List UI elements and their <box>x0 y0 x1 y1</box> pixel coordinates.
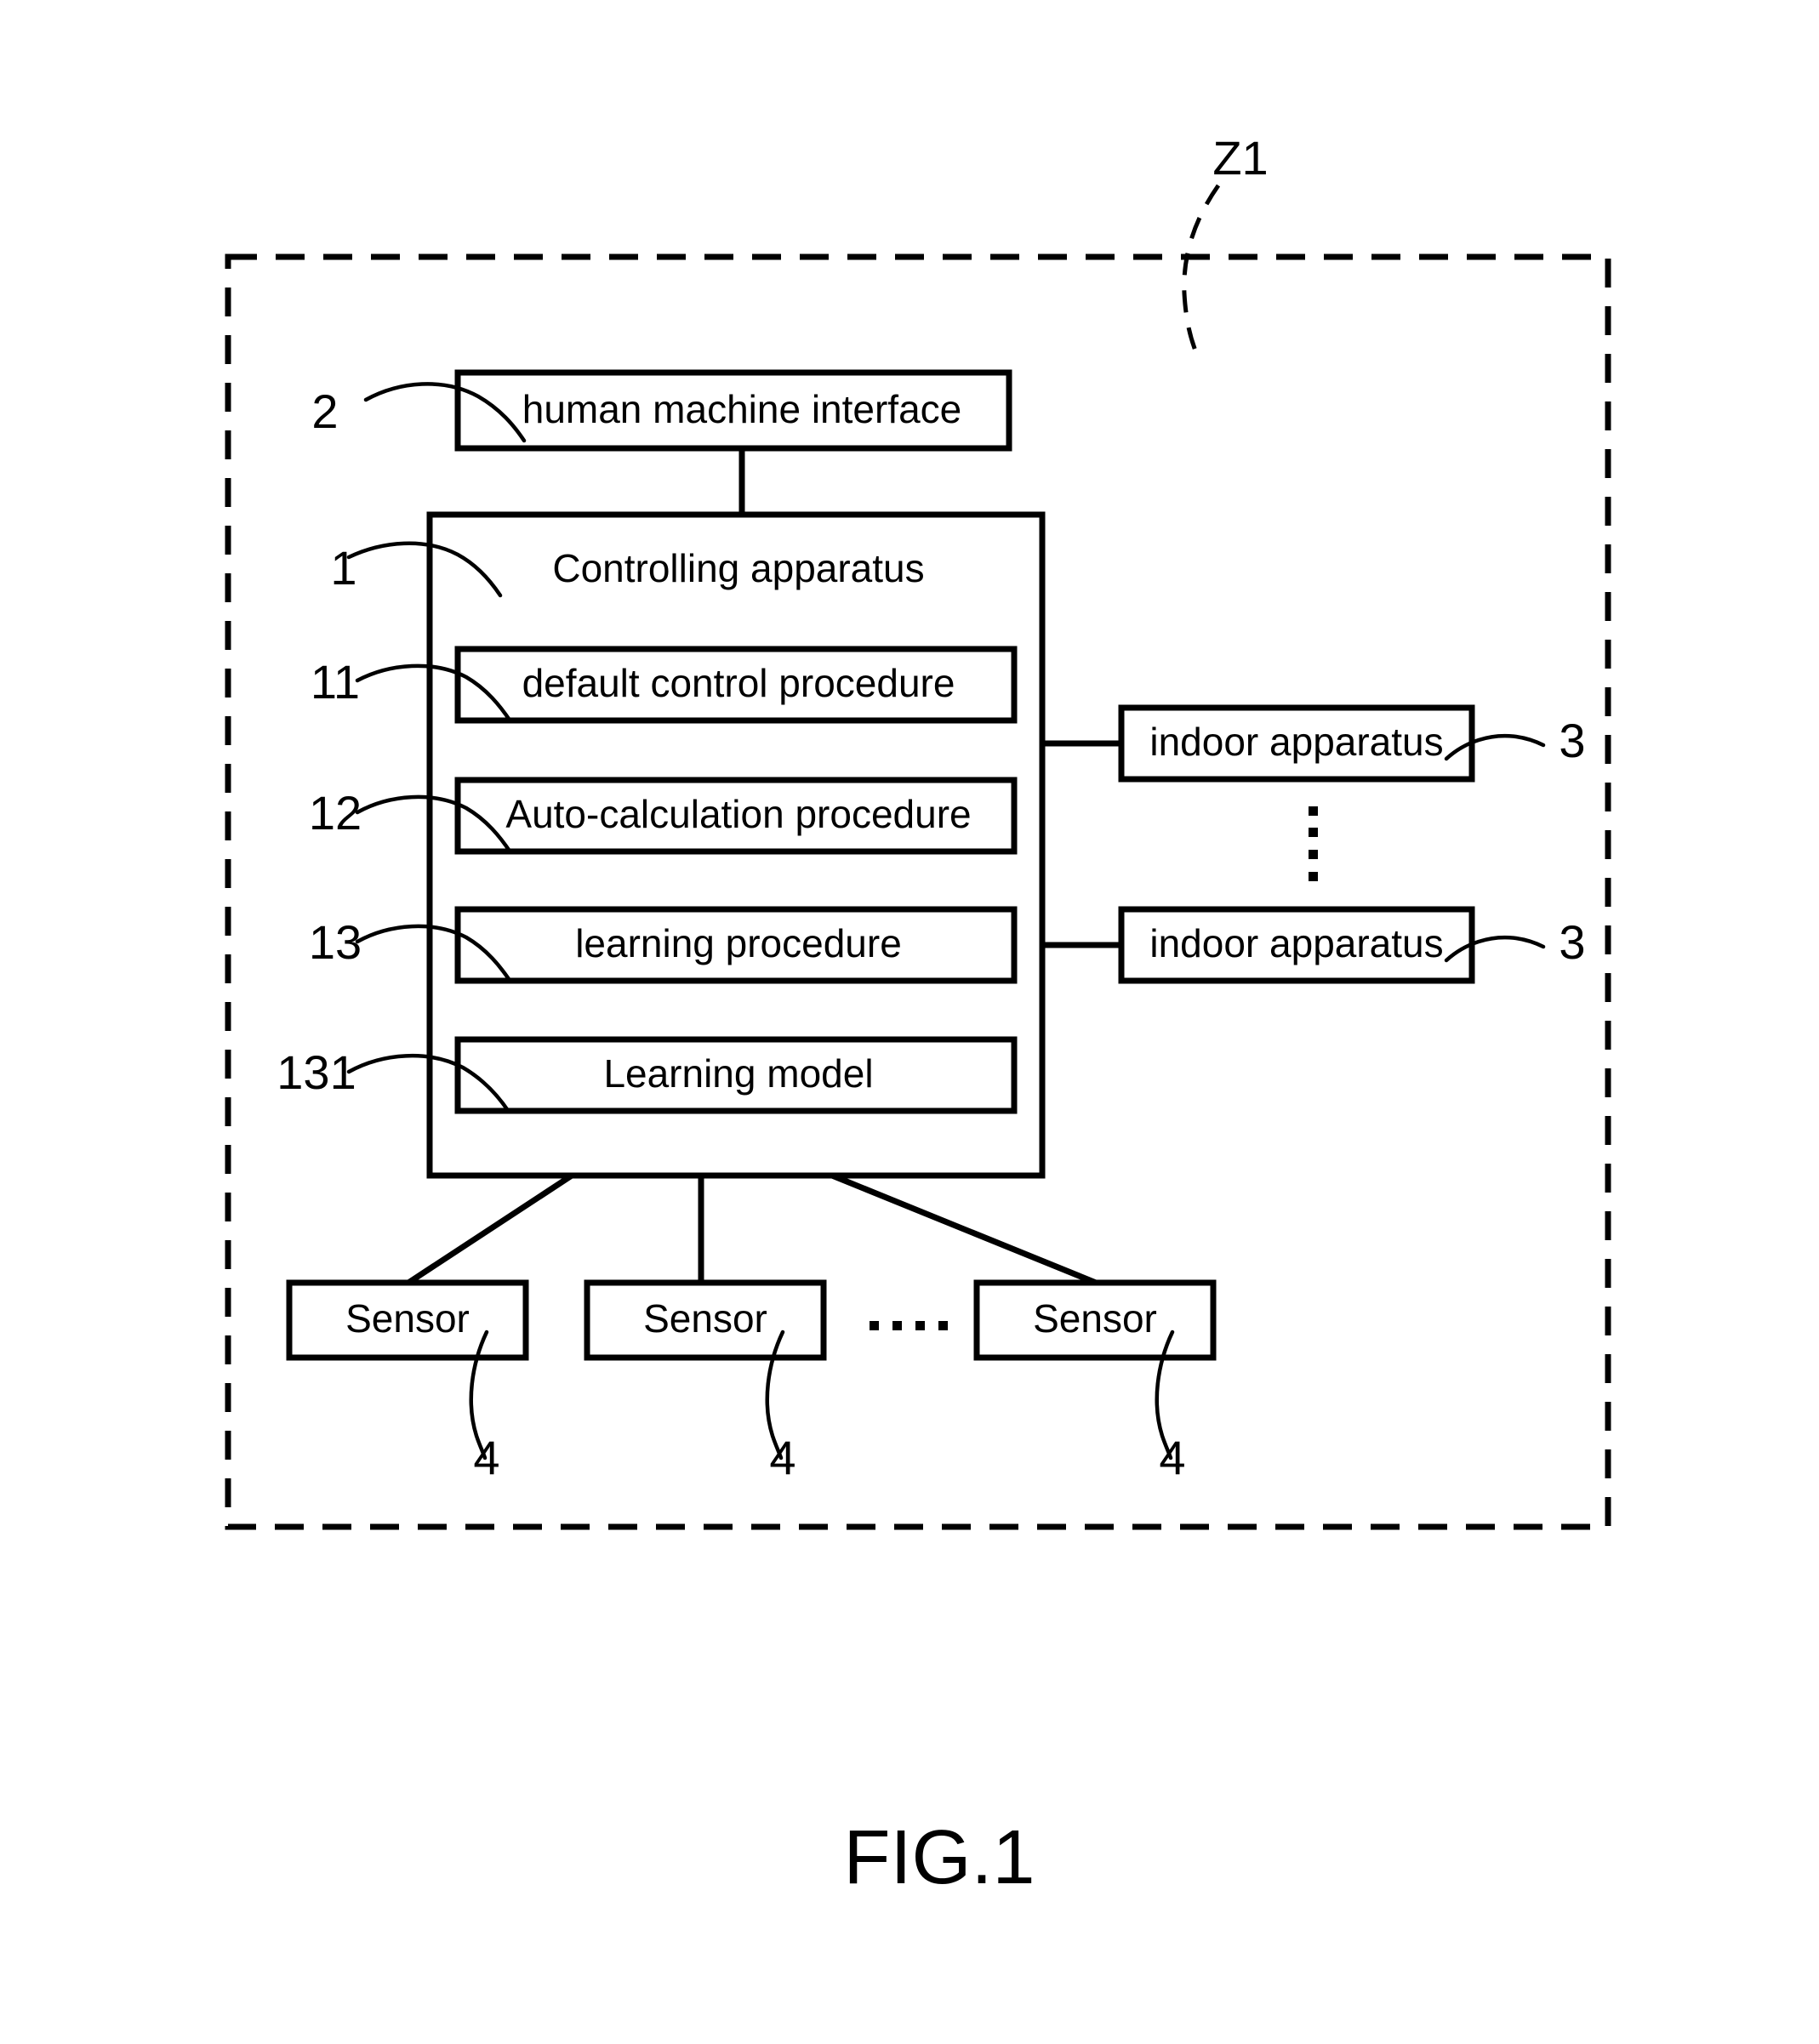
indoor-apparatus-label-2: indoor apparatus <box>1149 921 1443 965</box>
ref-label-131: 131 <box>277 1045 356 1099</box>
ref-label-1: 1 <box>330 541 356 595</box>
connector-controller-to-sensor-3 <box>830 1172 1098 1286</box>
ref-label-4-1: 4 <box>473 1431 499 1484</box>
horizontal-ellipsis-sensors <box>870 1321 948 1330</box>
indoor-apparatus-label-1: indoor apparatus <box>1149 720 1443 764</box>
controlling-apparatus-label: Controlling apparatus <box>552 546 924 590</box>
learning-procedure-label: learning procedure <box>575 921 902 965</box>
ref-label-z1: Z1 <box>1212 131 1268 185</box>
ref-label-4-2: 4 <box>769 1431 795 1484</box>
ref-label-13: 13 <box>309 915 362 969</box>
ref-label-3-2: 3 <box>1559 915 1585 969</box>
ref-label-4-3: 4 <box>1159 1431 1185 1484</box>
human-machine-interface-label: human machine interface <box>522 387 962 431</box>
ref-label-3-1: 3 <box>1559 714 1585 767</box>
vertical-ellipsis-indoor-apparatus <box>1309 806 1318 881</box>
auto-calculation-procedure-label: Auto-calculation procedure <box>505 792 971 836</box>
sensor-label-2: Sensor <box>643 1296 767 1341</box>
patent-figure: Z1 Controlling apparatus 1 human machine… <box>0 0 1819 2044</box>
ref-label-11: 11 <box>311 655 360 709</box>
figure-caption: FIG.1 <box>843 1815 1035 1900</box>
ref-label-2: 2 <box>311 384 338 438</box>
sensor-label-3: Sensor <box>1033 1296 1157 1341</box>
connector-controller-to-sensor-1 <box>407 1173 573 1285</box>
default-control-procedure-label: default control procedure <box>522 661 955 705</box>
figure-canvas: Z1 Controlling apparatus 1 human machine… <box>225 131 1611 1900</box>
learning-model-label: Learning model <box>603 1051 873 1096</box>
ref-label-12: 12 <box>309 786 362 840</box>
sensor-label-1: Sensor <box>345 1296 470 1341</box>
z1-leader-line <box>1182 184 1221 358</box>
